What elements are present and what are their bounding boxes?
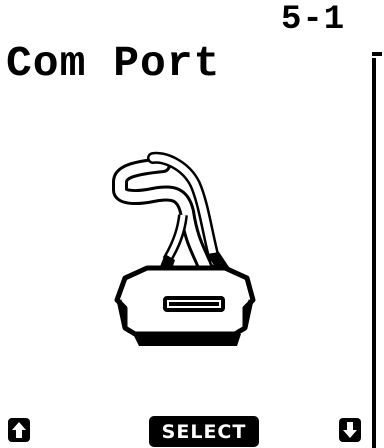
right-divider xyxy=(372,52,384,448)
scroll-up-button[interactable] xyxy=(7,417,31,443)
arrow-down-icon xyxy=(339,418,361,442)
page-title: Com Port xyxy=(6,39,221,88)
screen-id: 5-1 xyxy=(281,1,346,39)
select-button[interactable]: SELECT xyxy=(149,416,259,447)
scroll-down-button[interactable] xyxy=(338,417,362,443)
serial-cable-connector-icon xyxy=(112,151,256,346)
arrow-up-icon xyxy=(8,418,30,442)
divider-line xyxy=(372,58,376,448)
divider-tick xyxy=(372,52,382,56)
softkey-bar: SELECT xyxy=(0,415,372,448)
